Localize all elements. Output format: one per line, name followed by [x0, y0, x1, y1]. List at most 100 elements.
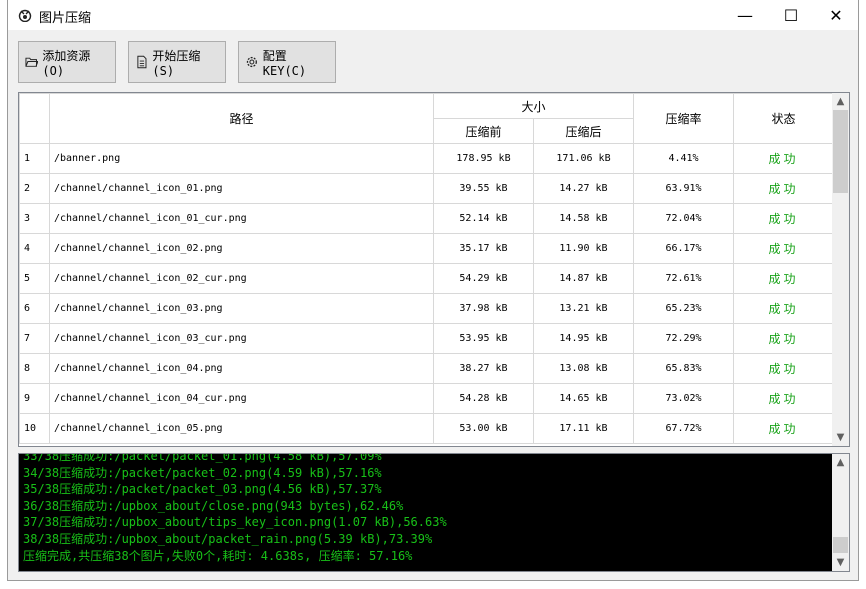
row-path: /channel/channel_icon_01.png	[49, 173, 434, 204]
header-after[interactable]: 压缩后	[533, 118, 634, 144]
row-ratio: 65.83%	[633, 353, 734, 384]
row-index: 9	[19, 383, 50, 414]
header-size[interactable]: 大小	[433, 93, 634, 119]
row-size-after: 14.65 kB	[533, 383, 634, 414]
log-lines: 33/38压缩成功:/packet/packet_01.png(4.58 kB)…	[23, 453, 823, 564]
folder-open-icon	[25, 57, 39, 67]
log-line: 36/38压缩成功:/upbox_about/close.png(943 byt…	[23, 498, 404, 513]
row-size-after: 11.90 kB	[533, 233, 634, 264]
row-path: /channel/channel_icon_04_cur.png	[49, 383, 434, 414]
row-index: 3	[19, 203, 50, 234]
config-key-button[interactable]: 配置KEY(C)	[238, 41, 336, 83]
log-line: 压缩完成,共压缩38个图片,失败0个,耗时: 4.638s, 压缩率: 57.1…	[23, 548, 413, 563]
table-row[interactable]: 2/channel/channel_icon_01.png 39.55 kB 14.…	[19, 173, 834, 204]
table-row[interactable]: 7/channel/channel_icon_03_cur.png 53.95 k…	[19, 323, 834, 354]
row-size-after: 14.87 kB	[533, 263, 634, 294]
log-line: 35/38压缩成功:/packet/packet_03.png(4.56 kB)…	[23, 482, 382, 497]
row-size-after: 13.21 kB	[533, 293, 634, 324]
row-path: /channel/channel_icon_05.png	[49, 413, 434, 444]
row-status: 成功	[733, 263, 834, 294]
window-title: 图片压缩	[39, 11, 92, 26]
table-row[interactable]: 9/channel/channel_icon_04_cur.png 54.28 k…	[19, 383, 834, 414]
scroll-up-arrow-icon[interactable]: ▲	[832, 93, 849, 110]
row-path: /channel/channel_icon_04.png	[49, 353, 434, 384]
log-line: 38/38压缩成功:/upbox_about/packet_rain.png(5…	[23, 531, 433, 546]
log-console[interactable]: 33/38压缩成功:/packet/packet_01.png(4.58 kB)…	[18, 453, 850, 572]
table-scrollbar[interactable]: ▲ ▼	[832, 93, 849, 446]
row-size-before: 178.95 kB	[433, 143, 534, 174]
log-scroll-thumb[interactable]	[833, 537, 848, 553]
header-status[interactable]: 状态	[733, 93, 834, 144]
maximize-button[interactable]: ☐	[768, 0, 814, 30]
log-scroll-down-arrow-icon[interactable]: ▼	[832, 554, 849, 571]
row-size-after: 171.06 kB	[533, 143, 634, 174]
row-path: /banner.png	[49, 143, 434, 174]
app-icon	[18, 9, 32, 22]
row-status: 成功	[733, 383, 834, 414]
log-scroll-up-arrow-icon[interactable]: ▲	[832, 454, 849, 471]
table-row[interactable]: 1/banner.png 178.95 kB 171.06 kB 4.41% 成功	[19, 143, 834, 174]
row-size-after: 14.58 kB	[533, 203, 634, 234]
table-row[interactable]: 4/channel/channel_icon_02.png 35.17 kB 11.…	[19, 233, 834, 264]
row-path: /channel/channel_icon_02_cur.png	[49, 263, 434, 294]
row-ratio: 63.91%	[633, 173, 734, 204]
header-path[interactable]: 路径	[49, 93, 434, 144]
row-index: 7	[19, 323, 50, 354]
row-size-before: 39.55 kB	[433, 173, 534, 204]
row-size-before: 53.00 kB	[433, 413, 534, 444]
file-table[interactable]: 路径 大小 压缩率 状态 压缩前 压缩后 1/banner.png 178.95 …	[18, 92, 850, 447]
minimize-button[interactable]: —	[722, 0, 768, 30]
start-compress-label: 开始压缩(S)	[152, 48, 201, 78]
row-ratio: 72.29%	[633, 323, 734, 354]
row-size-after: 14.27 kB	[533, 173, 634, 204]
table-row[interactable]: 8/channel/channel_icon_04.png 38.27 kB 13.…	[19, 353, 834, 384]
header-index	[19, 93, 50, 144]
row-path: /channel/channel_icon_03_cur.png	[49, 323, 434, 354]
close-button[interactable]: ✕	[813, 0, 859, 30]
row-ratio: 72.04%	[633, 203, 734, 234]
config-key-label: 配置KEY(C)	[262, 48, 307, 78]
row-ratio: 4.41%	[633, 143, 734, 174]
table-row[interactable]: 5/channel/channel_icon_02_cur.png 54.29 k…	[19, 263, 834, 294]
scroll-thumb[interactable]	[833, 110, 848, 193]
add-resource-button[interactable]: 添加资源(O)	[18, 41, 116, 83]
gear-icon	[246, 56, 257, 68]
header-before[interactable]: 压缩前	[433, 118, 534, 144]
row-index: 6	[19, 293, 50, 324]
row-index: 5	[19, 263, 50, 294]
row-size-before: 38.27 kB	[433, 353, 534, 384]
result-grid: 路径 大小 压缩率 状态 压缩前 压缩后 1/banner.png 178.95 …	[19, 93, 834, 444]
header-ratio[interactable]: 压缩率	[633, 93, 734, 144]
row-status: 成功	[733, 143, 834, 174]
row-status: 成功	[733, 233, 834, 264]
add-resource-label: 添加资源(O)	[42, 48, 91, 78]
row-size-before: 35.17 kB	[433, 233, 534, 264]
title-bar[interactable]: 图片压缩 — ☐ ✕	[8, 0, 858, 30]
table-row[interactable]: 10/channel/channel_icon_05.png 53.00 kB 17…	[19, 413, 834, 444]
log-line: 37/38压缩成功:/upbox_about/tips_key_icon.png…	[23, 515, 447, 530]
log-line: 33/38压缩成功:/packet/packet_01.png(4.58 kB)…	[23, 453, 382, 463]
row-index: 1	[19, 143, 50, 174]
row-size-after: 14.95 kB	[533, 323, 634, 354]
row-index: 2	[19, 173, 50, 204]
row-size-before: 52.14 kB	[433, 203, 534, 234]
row-size-after: 17.11 kB	[533, 413, 634, 444]
row-status: 成功	[733, 323, 834, 354]
start-compress-button[interactable]: 开始压缩(S)	[128, 41, 226, 83]
row-size-before: 54.29 kB	[433, 263, 534, 294]
row-ratio: 67.72%	[633, 413, 734, 444]
row-size-after: 13.08 kB	[533, 353, 634, 384]
row-path: /channel/channel_icon_03.png	[49, 293, 434, 324]
row-status: 成功	[733, 203, 834, 234]
row-size-before: 37.98 kB	[433, 293, 534, 324]
row-status: 成功	[733, 413, 834, 444]
row-index: 10	[19, 413, 50, 444]
table-row[interactable]: 6/channel/channel_icon_03.png 37.98 kB 13.…	[19, 293, 834, 324]
row-ratio: 73.02%	[633, 383, 734, 414]
scroll-down-arrow-icon[interactable]: ▼	[832, 429, 849, 446]
log-scrollbar[interactable]: ▲ ▼	[832, 454, 849, 571]
row-index: 4	[19, 233, 50, 264]
table-row[interactable]: 3/channel/channel_icon_01_cur.png 52.14 k…	[19, 203, 834, 234]
row-size-before: 53.95 kB	[433, 323, 534, 354]
row-status: 成功	[733, 293, 834, 324]
